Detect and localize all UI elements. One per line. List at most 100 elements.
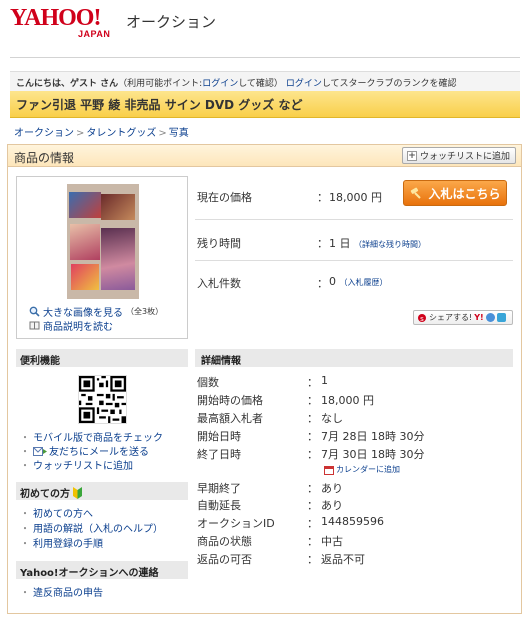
mobile-check-link[interactable]: ・モバイル版で商品をチェック xyxy=(20,429,163,444)
mixi-icon xyxy=(485,313,495,322)
breadcrumb: オークション > タレントグッズ > 写真 xyxy=(14,124,189,139)
description-link-row[interactable]: 商品説明を読む xyxy=(29,318,113,333)
watchlist-button-label: ウォッチリストに追加 xyxy=(419,152,510,162)
breadcrumb-talent-goods[interactable]: タレントグッズ xyxy=(86,128,156,139)
detail-value: 7月 30日 18時 30分 xyxy=(321,448,425,461)
remaining-time-value: 1 日 xyxy=(329,237,351,250)
bullet-icon: ・ xyxy=(20,524,30,535)
report-violation-link[interactable]: ・違反商品の申告 xyxy=(20,584,103,599)
remaining-time-row: 残り時間 ： 1 日 （詳細な残り時間） xyxy=(195,220,513,261)
detail-row: 商品の状態 ：中古 xyxy=(197,533,513,550)
bullet-icon: ・ xyxy=(20,509,30,520)
bullet-icon: ・ xyxy=(20,461,30,472)
detail-value: 1 xyxy=(321,374,328,387)
glossary-link[interactable]: ・用語の解説（入札のヘルプ） xyxy=(20,520,163,535)
colon: ： xyxy=(317,277,328,290)
detail-label: 最高額入札者 xyxy=(197,412,263,425)
colon: ： xyxy=(307,448,318,461)
colon: ： xyxy=(307,430,318,443)
item-image-box: 大きな画像を見る （全3枚） 商品説明を読む xyxy=(16,176,188,339)
breadcrumb-auction[interactable]: オークション xyxy=(14,128,74,139)
mail-icon xyxy=(33,447,47,456)
login-link[interactable]: ログイン xyxy=(202,79,238,89)
colon: ： xyxy=(307,517,318,530)
detail-value: 中古 xyxy=(321,535,343,548)
convenience-header: 便利機能 xyxy=(16,349,188,367)
detail-label: 自動延長 xyxy=(197,499,241,512)
report-violation-label[interactable]: 違反商品の申告 xyxy=(33,588,103,599)
chevron-right-icon: > xyxy=(158,128,167,139)
detail-value: なし xyxy=(321,412,343,425)
gavel-icon xyxy=(411,187,422,199)
colon: ： xyxy=(307,482,318,495)
current-price-row: 現在の価格 ： 18,000 円 入札はこちら xyxy=(195,176,513,220)
login-link-star[interactable]: ログイン xyxy=(286,79,322,89)
sidebar-watchlist-link[interactable]: ・ウォッチリストに追加 xyxy=(20,457,133,472)
detail-row: 終了日時 ： 7月 30日 18時 30分 xyxy=(197,446,513,463)
service-name[interactable]: オークション xyxy=(126,11,216,32)
beginner-mark-icon xyxy=(73,487,83,499)
logo-wordmark: YAHOO! xyxy=(10,5,101,31)
item-photo[interactable] xyxy=(67,184,139,299)
beginners-guide-label[interactable]: 初めての方へ xyxy=(33,509,93,520)
add-to-calendar-link[interactable]: カレンダーに追加 xyxy=(336,464,400,475)
beginners-guide-link[interactable]: ・初めての方へ xyxy=(20,505,93,520)
registration-steps-label[interactable]: 利用登録の手順 xyxy=(33,539,103,550)
points-suffix: して確認） xyxy=(238,79,283,89)
large-image-link[interactable]: 大きな画像を見る xyxy=(43,304,123,319)
share-button[interactable]: s シェアする! Y! xyxy=(413,310,513,325)
bid-button[interactable]: 入札はこちら xyxy=(403,180,507,206)
sidebar-watchlist-label[interactable]: ウォッチリストに追加 xyxy=(33,461,133,472)
yahoo-japan-logo[interactable]: YAHOO! JAPAN xyxy=(10,6,125,40)
large-image-link-row[interactable]: 大きな画像を見る （全3枚） xyxy=(29,304,163,319)
detail-row: 開始時の価格 ： 18,000 円 xyxy=(197,392,513,409)
colon: ： xyxy=(317,237,328,250)
calendar-link-row[interactable]: カレンダーに追加 xyxy=(324,464,400,475)
detail-row: 早期終了 ：あり xyxy=(197,480,513,497)
remaining-time-label: 残り時間 xyxy=(197,237,241,250)
bid-count-value: 0 xyxy=(329,275,336,288)
bullet-icon: ・ xyxy=(20,539,30,550)
detail-header: 詳細情報 xyxy=(195,349,513,367)
add-to-watchlist-button[interactable]: + ウォッチリストに追加 xyxy=(401,147,516,164)
detail-value: あり xyxy=(321,482,343,495)
beginner-header: 初めての方 xyxy=(16,482,188,500)
detail-value: 144859596 xyxy=(321,515,384,528)
glossary-label[interactable]: 用語の解説（入札のヘルプ） xyxy=(33,524,163,535)
twitter-icon xyxy=(496,313,506,322)
detailed-remaining-time-link[interactable]: （詳細な残り時間） xyxy=(354,240,426,249)
detail-label: 個数 xyxy=(197,376,219,389)
current-price-label: 現在の価格 xyxy=(197,191,252,204)
item-title: ファン引退 平野 綾 非売品 サイン DVD グッズ など xyxy=(10,91,520,118)
book-icon xyxy=(29,321,40,330)
svg-text:s: s xyxy=(420,315,424,323)
colon: ： xyxy=(307,394,318,407)
detail-row: 開始日時 ： 7月 28日 18時 30分 xyxy=(197,428,513,445)
detail-row: 返品の可否 ：返品不可 xyxy=(197,551,513,568)
colon: ： xyxy=(307,412,318,425)
email-friend-link[interactable]: ・友だちにメールを送る xyxy=(20,443,149,458)
detail-label: 早期終了 xyxy=(197,482,241,495)
points-prefix: （利用可能ポイント: xyxy=(118,79,203,89)
bid-count-row: 入札件数 ： 0 （入札履歴） xyxy=(195,261,513,301)
panel-header: 商品の情報 + ウォッチリストに追加 xyxy=(8,145,521,167)
contact-header: Yahoo!オークションへの連絡 xyxy=(16,561,188,579)
greeting-bar: こんにちは、ゲスト さん（利用可能ポイント:ログインして確認） ログインしてスタ… xyxy=(10,71,520,91)
rank-text: してスタークラブのランクを確認 xyxy=(321,79,457,89)
item-description-link[interactable]: 商品説明を読む xyxy=(43,318,113,333)
share-brand: Y! xyxy=(474,313,484,322)
logo-sub: JAPAN xyxy=(78,29,111,39)
registration-steps-link[interactable]: ・利用登録の手順 xyxy=(20,535,103,550)
detail-value: 7月 28日 18時 30分 xyxy=(321,430,425,443)
colon: ： xyxy=(307,553,318,566)
bid-history-link[interactable]: （入札履歴） xyxy=(340,278,388,287)
large-image-note: （全3枚） xyxy=(126,307,164,316)
detail-label: 商品の状態 xyxy=(197,535,252,548)
breadcrumb-photo[interactable]: 写真 xyxy=(169,128,189,139)
detail-value: 18,000 円 xyxy=(321,394,374,407)
header-divider xyxy=(10,57,520,58)
calendar-icon xyxy=(324,465,334,475)
detail-value: あり xyxy=(321,499,343,512)
qr-code xyxy=(78,375,127,424)
detail-row: 自動延長 ：あり xyxy=(197,497,513,514)
